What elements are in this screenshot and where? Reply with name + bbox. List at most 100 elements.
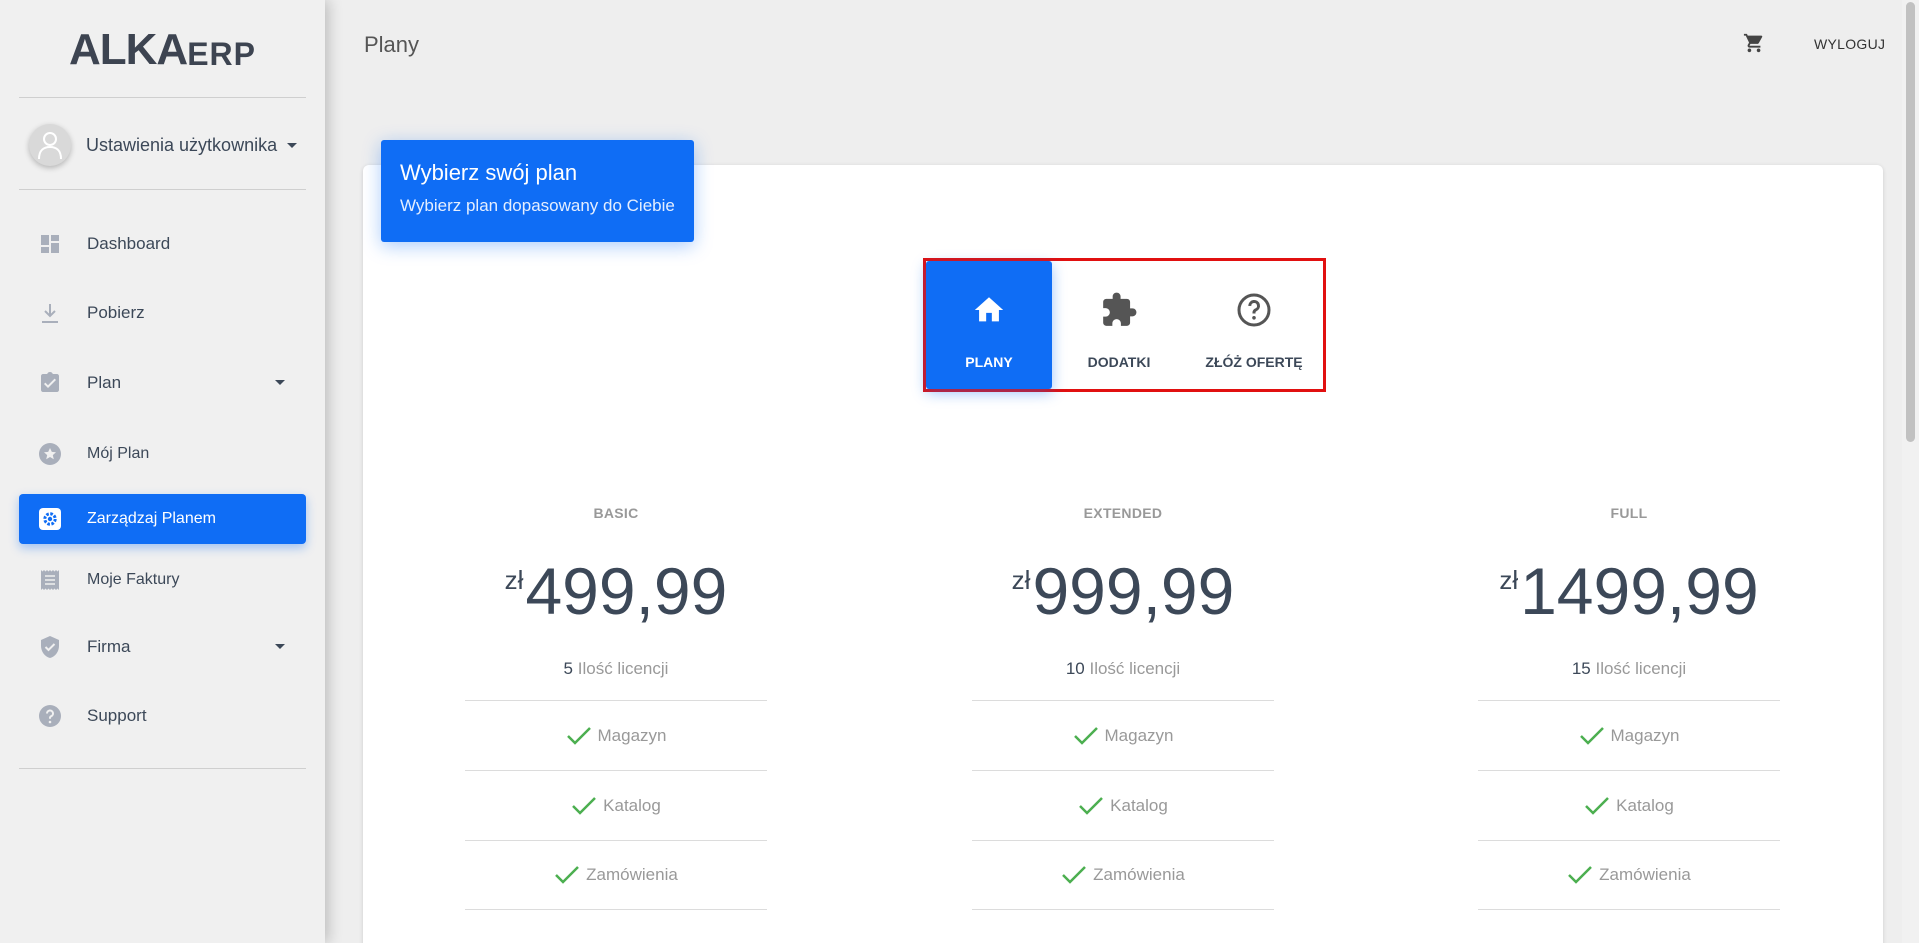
download-icon (37, 300, 63, 326)
logo-suffix-text: ERP (187, 35, 256, 72)
plan-amount: 999,99 (1032, 554, 1235, 628)
plan-feature-list: Magazyn Katalog Zamówienia (1478, 700, 1780, 910)
sidebar-item-support[interactable]: Support (19, 691, 306, 741)
sidebar-item-label: Moje Faktury (87, 571, 180, 588)
plan-price: zł 1499,99 (1478, 553, 1780, 629)
sidebar-item-label: Pobierz (87, 303, 145, 322)
sidebar-item-label: Plan (87, 373, 122, 392)
plan-price: zł 999,99 (972, 553, 1274, 629)
check-icon (1579, 725, 1605, 747)
plan-licenses: 15 Ilość licencji (1478, 659, 1780, 679)
puzzle-icon (1100, 291, 1138, 329)
scrollbar-thumb[interactable] (1906, 2, 1915, 442)
plan-license-label: Ilość licencji (577, 659, 669, 678)
check-icon (1584, 795, 1610, 817)
plan-currency: zł (504, 565, 524, 595)
sidebar: ALKA ERP Ustawienia użytkownika Dashboar… (0, 0, 325, 943)
plan-feature: Katalog (1110, 795, 1168, 815)
list-item: Zamówienia (1478, 840, 1780, 910)
list-item: Magazyn (1478, 700, 1780, 770)
avatar (29, 124, 71, 166)
sidebar-item-label: Zarządzaj Planem (87, 510, 216, 527)
plan-name: FULL (1610, 505, 1648, 521)
plan-license-count: 10 (1065, 659, 1085, 678)
sidebar-item-label: Dashboard (87, 234, 171, 253)
card-header-subtitle: Wybierz plan dopasowany do Ciebie (400, 196, 675, 215)
list-item: Zamówienia (465, 840, 767, 910)
chevron-down-icon (275, 644, 285, 649)
check-icon (571, 795, 597, 817)
plan-feature-list: Magazyn Katalog Zamówienia (465, 700, 767, 910)
sidebar-item-zarzadzaj-planem[interactable]: Zarządzaj Planem (19, 494, 306, 544)
plan-license-label: Ilość licencji (1595, 659, 1687, 678)
sidebar-divider (19, 768, 306, 769)
check-icon (1078, 795, 1104, 817)
user-settings-dropdown[interactable]: Ustawienia użytkownika (29, 124, 299, 166)
plan-license-count: 5 (563, 659, 574, 678)
sidebar-item-firma[interactable]: Firma (19, 622, 306, 672)
tab-label: ZŁÓŻ OFERTĘ (1205, 354, 1303, 370)
user-icon (38, 132, 62, 160)
help-circle-icon (37, 703, 63, 729)
plan-feature: Magazyn (1610, 725, 1680, 745)
tab-label: DODATKI (1087, 354, 1151, 370)
question-circle-icon (1236, 291, 1272, 329)
list-item: Katalog (1478, 770, 1780, 840)
page-title: Plany (364, 32, 420, 57)
clipboard-check-icon (37, 370, 63, 396)
plan-name: EXTENDED (1083, 505, 1163, 521)
app-logo[interactable]: ALKA ERP (0, 25, 325, 74)
receipt-icon (37, 567, 63, 593)
list-item: Katalog (972, 770, 1274, 840)
gear-icon (37, 506, 63, 532)
sidebar-item-dashboard[interactable]: Dashboard (19, 219, 306, 269)
tab-dodatki[interactable]: DODATKI (1056, 261, 1182, 389)
cart-icon[interactable] (1743, 32, 1765, 59)
plan-amount: 499,99 (525, 554, 728, 628)
sidebar-item-moje-faktury[interactable]: Moje Faktury (19, 555, 306, 605)
card-header: Wybierz swój plan Wybierz plan dopasowan… (381, 140, 694, 242)
tabs-highlight-box: PLANY DODATKI ZŁÓŻ OFERTĘ (923, 258, 1326, 392)
tab-zloz-oferte[interactable]: ZŁÓŻ OFERTĘ (1191, 261, 1317, 389)
logout-link[interactable]: WYLOGUJ (1814, 36, 1885, 52)
home-icon (972, 291, 1006, 329)
plan-amount: 1499,99 (1520, 554, 1759, 628)
plan-licenses: 10 Ilość licencji (972, 659, 1274, 679)
plan-extended: EXTENDED zł 999,99 10 Ilość licencji Mag… (972, 505, 1274, 910)
page-scrollbar[interactable] (1902, 0, 1919, 943)
plan-currency: zł (1499, 565, 1519, 595)
check-icon (1567, 864, 1593, 886)
tab-plany[interactable]: PLANY (926, 261, 1052, 389)
check-icon (554, 864, 580, 886)
plan-price: zł 499,99 (465, 553, 767, 629)
sidebar-item-label: Firma (87, 637, 131, 656)
plan-feature: Katalog (1616, 795, 1674, 815)
sidebar-item-label: Mój Plan (87, 445, 150, 462)
dashboard-icon (37, 231, 63, 257)
plan-feature: Zamówienia (1093, 865, 1185, 884)
list-item: Katalog (465, 770, 767, 840)
plan-basic: BASIC zł 499,99 5 Ilość licencji Magazyn… (465, 505, 767, 910)
check-icon (1073, 725, 1099, 747)
plan-licenses: 5 Ilość licencji (465, 659, 767, 679)
plan-currency: zł (1011, 565, 1031, 595)
list-item: Zamówienia (972, 840, 1274, 910)
shield-check-icon (37, 634, 63, 660)
card-header-title: Wybierz swój plan (400, 160, 578, 185)
sidebar-divider (19, 189, 306, 190)
sidebar-item-moj-plan[interactable]: Mój Plan (19, 429, 306, 479)
plan-feature: Katalog (603, 795, 661, 815)
plan-license-count: 15 (1571, 659, 1591, 678)
logo-main-text: ALKA (69, 25, 188, 74)
plan-full: FULL zł 1499,99 15 Ilość licencji Magazy… (1478, 505, 1780, 910)
sidebar-item-plan[interactable]: Plan (19, 358, 306, 408)
check-icon (1061, 864, 1087, 886)
sidebar-item-pobierz[interactable]: Pobierz (19, 288, 306, 338)
list-item: Magazyn (465, 700, 767, 770)
plan-feature: Zamówienia (1599, 865, 1691, 884)
tab-label: PLANY (965, 354, 1013, 370)
plan-feature: Magazyn (597, 725, 667, 745)
plan-feature: Magazyn (1104, 725, 1174, 745)
user-settings-label: Ustawienia użytkownika (86, 134, 278, 155)
chevron-down-icon (275, 380, 285, 385)
